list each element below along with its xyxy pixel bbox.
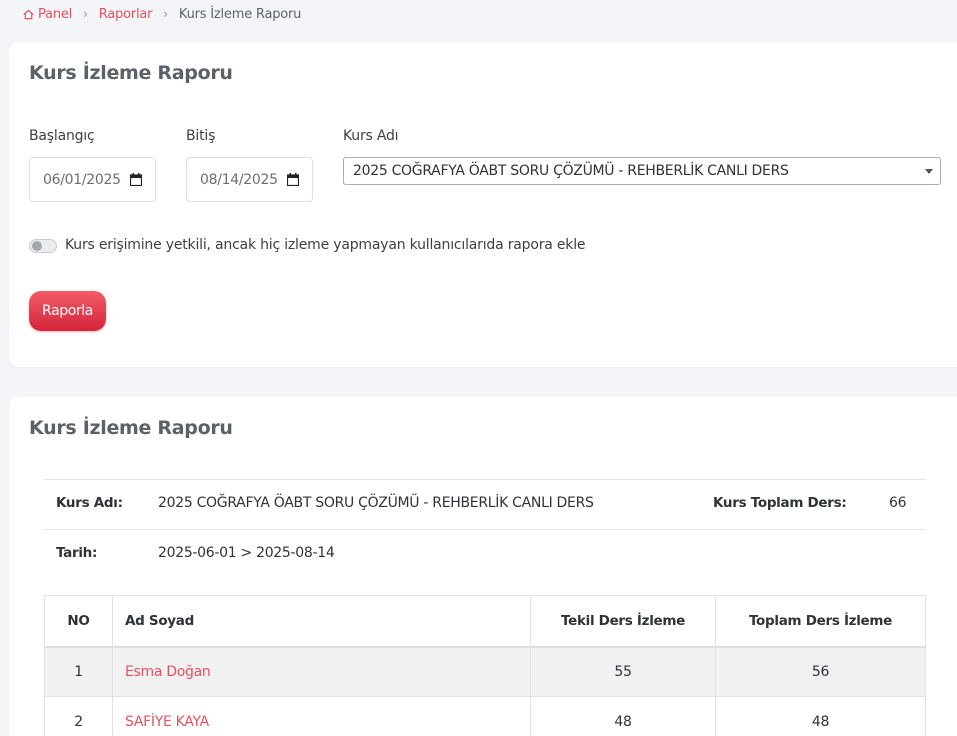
- calendar-icon[interactable]: [287, 173, 299, 186]
- chevron-right-icon: ›: [83, 7, 88, 21]
- toggle-knob: [32, 241, 42, 251]
- date-key: Tarih:: [56, 545, 98, 561]
- table-header-row: NO Ad Soyad Tekil Ders İzleme Toplam Der…: [44, 595, 926, 648]
- row-no: 2: [44, 696, 113, 736]
- row-total-watch: 56: [715, 646, 926, 697]
- end-date-input[interactable]: 08/14/2025: [186, 157, 313, 202]
- filter-card: Kurs İzleme Raporu Başlangıç 06/01/2025 …: [9, 42, 957, 367]
- include-inactive-toggle[interactable]: [29, 239, 57, 253]
- table-row: 2 SAFİYE KAYA 48 48: [44, 696, 926, 736]
- course-name-key: Kurs Adı:: [56, 495, 123, 511]
- course-select-value: 2025 COĞRAFYA ÖABT SORU ÇÖZÜMÜ - REHBERL…: [353, 163, 789, 179]
- row-unique-watch: 55: [530, 646, 716, 697]
- end-date-value: 08/14/2025: [200, 171, 278, 188]
- table-row: 1 Esma Doğan 55 56: [44, 646, 926, 697]
- header-unique-watch: Tekil Ders İzleme: [530, 595, 716, 648]
- home-icon: [23, 9, 34, 19]
- total-lessons-key: Kurs Toplam Ders:: [713, 495, 847, 511]
- row-total-watch: 48: [715, 696, 926, 736]
- user-name-link[interactable]: Esma Doğan: [125, 664, 211, 680]
- start-date-label: Başlangıç: [29, 128, 95, 144]
- report-card: Kurs İzleme Raporu Kurs Adı: 2025 COĞRAF…: [9, 397, 957, 736]
- start-date-value: 06/01/2025: [43, 171, 121, 188]
- breadcrumb-home-link[interactable]: Panel: [23, 7, 72, 22]
- date-value: 2025-06-01 > 2025-08-14: [158, 545, 335, 561]
- watch-report-table: NO Ad Soyad Tekil Ders İzleme Toplam Der…: [44, 595, 926, 736]
- report-card-title: Kurs İzleme Raporu: [29, 417, 233, 439]
- start-date-input[interactable]: 06/01/2025: [29, 157, 156, 202]
- breadcrumb: Panel › Raporlar › Kurs İzleme Raporu: [23, 4, 301, 24]
- header-no: NO: [44, 595, 113, 648]
- breadcrumb-reports-link[interactable]: Raporlar: [99, 7, 153, 22]
- row-name-cell: Esma Doğan: [112, 646, 531, 697]
- dropdown-caret-icon: [925, 169, 933, 174]
- divider: [44, 529, 926, 530]
- header-total-watch: Toplam Ders İzleme: [715, 595, 926, 648]
- header-name: Ad Soyad: [112, 595, 531, 648]
- course-name-label: Kurs Adı: [343, 128, 399, 144]
- report-button[interactable]: Raporla: [29, 291, 106, 331]
- breadcrumb-home-label: Panel: [38, 6, 73, 22]
- filter-card-title: Kurs İzleme Raporu: [29, 62, 233, 84]
- row-unique-watch: 48: [530, 696, 716, 736]
- row-no: 1: [44, 646, 113, 697]
- course-name-value: 2025 COĞRAFYA ÖABT SORU ÇÖZÜMÜ - REHBERL…: [158, 495, 594, 511]
- end-date-label: Bitiş: [186, 128, 216, 144]
- chevron-right-icon: ›: [163, 7, 168, 21]
- calendar-icon[interactable]: [130, 173, 142, 186]
- include-inactive-label: Kurs erişimine yetkili, ancak hiç izleme…: [65, 237, 586, 253]
- row-name-cell: SAFİYE KAYA: [112, 696, 531, 736]
- divider: [44, 479, 926, 480]
- breadcrumb-current: Kurs İzleme Raporu: [178, 6, 302, 22]
- user-name-link[interactable]: SAFİYE KAYA: [125, 714, 209, 730]
- total-lessons-value: 66: [889, 495, 907, 511]
- course-select[interactable]: 2025 COĞRAFYA ÖABT SORU ÇÖZÜMÜ - REHBERL…: [343, 157, 941, 185]
